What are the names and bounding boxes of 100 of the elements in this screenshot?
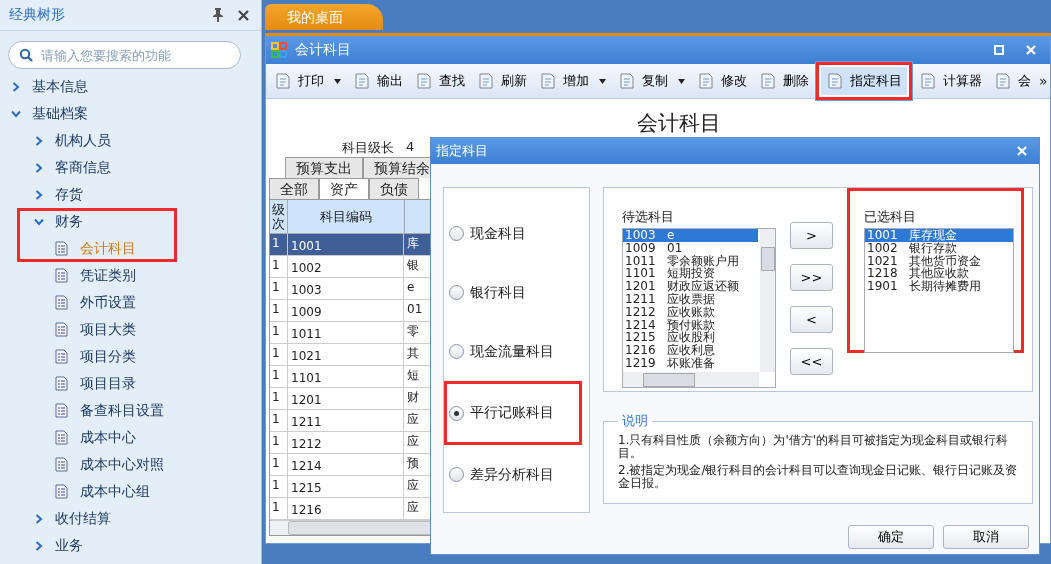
- caret-icon: [599, 78, 606, 84]
- table-cell: 1002: [288, 256, 404, 277]
- level-length-value: 4: [406, 139, 415, 156]
- move-button[interactable]: >: [790, 222, 833, 249]
- toolbar-button[interactable]: 增加: [533, 68, 612, 94]
- toolbar-button[interactable]: 复制: [612, 68, 691, 94]
- move-button[interactable]: <<: [790, 348, 833, 375]
- toolbar-button[interactable]: 会: [988, 68, 1037, 94]
- scroll-bar[interactable]: [760, 229, 775, 372]
- tree-item[interactable]: 财务: [17, 208, 177, 235]
- toolbar-button[interactable]: 修改: [691, 68, 753, 94]
- document-icon: [55, 484, 68, 499]
- dialog-title: 指定科目: [436, 142, 488, 160]
- page-icon: [759, 72, 777, 90]
- tree-item[interactable]: 成本中心组: [0, 478, 261, 505]
- table-cell: 1: [270, 300, 288, 321]
- list-item[interactable]: 1218 其他应收款: [865, 267, 1013, 281]
- page-icon: [353, 72, 371, 90]
- window-title: 会计科目: [295, 41, 352, 59]
- overflow-button[interactable]: »: [1039, 73, 1048, 89]
- list-box[interactable]: 1001 库存现金 1002 银行存款 1021 其他货币资金 1218 其他应收款 1901 长期待摊费用: [864, 228, 1014, 353]
- category-tab[interactable]: 全部: [269, 178, 319, 199]
- tree-item[interactable]: 存货: [0, 181, 261, 208]
- tree-item[interactable]: 项目目录: [0, 370, 261, 397]
- list-item[interactable]: 1001 库存现金: [865, 229, 1013, 242]
- radio-option[interactable]: 银行科目: [444, 283, 526, 302]
- caret-icon: [12, 81, 20, 92]
- page-icon: [919, 72, 937, 90]
- tree-item[interactable]: 项目分类: [0, 343, 261, 370]
- category-tab[interactable]: 负债: [369, 178, 419, 199]
- tree-item[interactable]: 外币设置: [0, 289, 261, 316]
- toolbar-button[interactable]: 刷新: [471, 68, 533, 94]
- list-item[interactable]: 1901 长期待摊费用: [865, 280, 1013, 293]
- page-icon: [415, 72, 433, 90]
- table-cell: 1: [270, 278, 288, 299]
- list-item[interactable]: 1002 银行存款: [865, 241, 1013, 255]
- column-header[interactable]: 级次: [270, 200, 288, 233]
- list-item[interactable]: 1003 e: [623, 229, 758, 242]
- radio-option[interactable]: 现金流量科目: [444, 342, 554, 361]
- table-cell: 1021: [288, 344, 404, 365]
- search-field[interactable]: 请输入您要搜索的功能: [8, 41, 241, 69]
- caret-icon: [35, 513, 43, 524]
- toolbar-button[interactable]: 删除: [753, 68, 815, 94]
- caret-icon: [35, 162, 43, 173]
- table-cell: 1011: [288, 322, 404, 343]
- scroll-bar[interactable]: [623, 372, 759, 387]
- tree-item[interactable]: 机构人员: [0, 127, 261, 154]
- caret-icon: [34, 217, 44, 226]
- table-cell: 1: [270, 256, 288, 277]
- move-button[interactable]: >>: [790, 264, 833, 291]
- tree-item[interactable]: 凭证类别: [0, 262, 261, 289]
- close-icon[interactable]: [238, 9, 249, 21]
- table-cell: 1: [270, 322, 288, 343]
- table-cell: 1216: [288, 498, 404, 519]
- toolbar-button[interactable]: 查找: [409, 68, 471, 94]
- panel-title: 经典树形: [9, 6, 66, 24]
- dialog-button[interactable]: 取消: [943, 525, 1029, 549]
- document-icon: [55, 430, 68, 445]
- toolbar-button[interactable]: 计算器: [913, 68, 988, 94]
- tree-item[interactable]: 项目大类: [0, 316, 261, 343]
- list-item[interactable]: 1021 其他货币资金: [865, 254, 1013, 268]
- caret-icon: [35, 135, 43, 146]
- document-icon: [55, 241, 68, 256]
- tree-item[interactable]: 成本中心: [0, 424, 261, 451]
- table-cell: 1: [270, 432, 288, 453]
- tree-item[interactable]: 成本中心对照: [0, 451, 261, 478]
- tree-item[interactable]: 业务: [0, 532, 261, 559]
- table-cell: 1: [270, 476, 288, 497]
- dialog-button[interactable]: 确定: [848, 525, 934, 549]
- toolbar-button[interactable]: 打印: [268, 68, 347, 94]
- column-header[interactable]: 科目编码: [288, 200, 405, 233]
- tree-item[interactable]: 客商信息: [0, 154, 261, 181]
- table-cell: 1212: [288, 432, 404, 453]
- tree-item[interactable]: 备查科目设置: [0, 397, 261, 424]
- category-tab[interactable]: 资产: [319, 178, 369, 199]
- table-cell: 1101: [288, 366, 404, 387]
- page-icon: [618, 72, 636, 90]
- table-cell: 1003: [288, 278, 404, 299]
- document-icon: [55, 376, 68, 391]
- maximize-icon[interactable]: [993, 45, 1004, 55]
- tree-item[interactable]: 基础档案: [0, 100, 261, 127]
- tree-item[interactable]: 基本信息: [0, 73, 261, 100]
- toolbar-button[interactable]: 指定科目: [815, 61, 913, 101]
- table-cell: 1214: [288, 454, 404, 475]
- table-cell: 1: [270, 388, 288, 409]
- category-tab[interactable]: 预算支出: [285, 157, 363, 178]
- pin-icon[interactable]: [212, 8, 224, 22]
- table-cell: 1215: [288, 476, 404, 497]
- group-title: 说明: [621, 412, 649, 430]
- table-cell: 1: [270, 498, 288, 519]
- table-cell: 1201: [288, 388, 404, 409]
- list-title: 已选科目: [864, 208, 917, 226]
- tree-item[interactable]: 收付结算: [0, 505, 261, 532]
- table-cell: 1: [270, 234, 288, 255]
- page-icon: [994, 72, 1012, 90]
- page-heading: 会计科目: [636, 110, 723, 137]
- move-button[interactable]: <: [790, 306, 833, 333]
- list-box[interactable]: 1003 e 1009 01 1011 零余额账户用 1101 短期投资 1201 财政应返还额 1211 应收票据 1212 应收账款 1214 预付账款 1215 应收股利 1216 应收利息 1219 坏账准备: [622, 228, 776, 388]
- page-icon: [477, 72, 495, 90]
- toolbar-button[interactable]: 输出: [347, 68, 409, 94]
